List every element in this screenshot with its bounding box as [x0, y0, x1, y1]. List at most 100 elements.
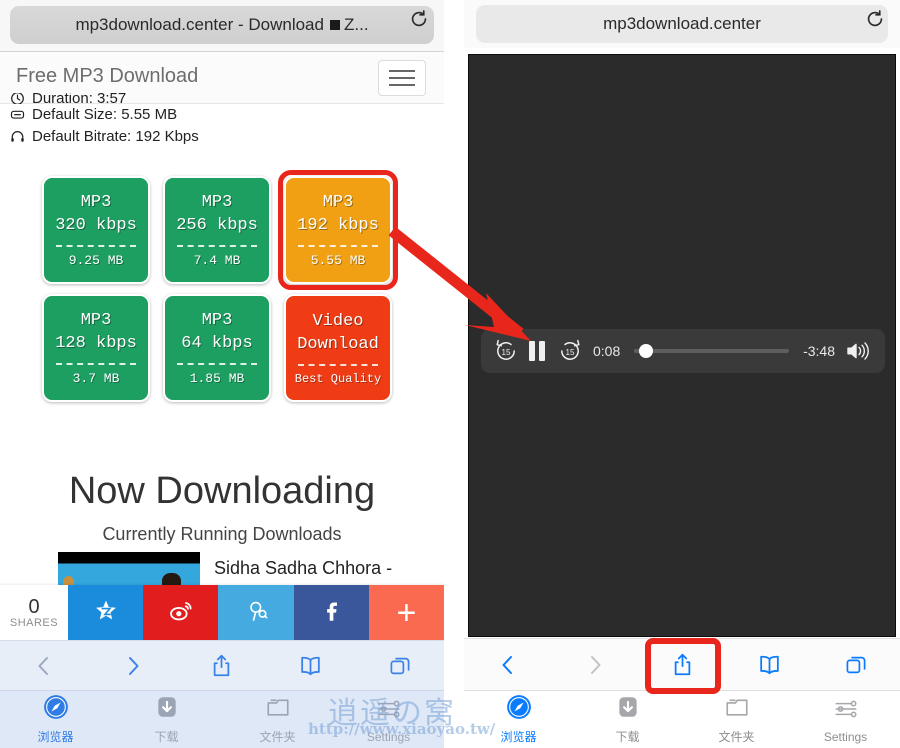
folder-icon — [265, 694, 291, 725]
left-url-field[interactable]: mp3download.center - Download Z... — [10, 6, 434, 44]
divider — [177, 363, 257, 365]
tab-settings-label: Settings — [823, 729, 868, 744]
right-screenshot-panel: mp3download.center 15 15 0:08 -3:48 浏览器 … — [464, 0, 900, 748]
elapsed-time: 0:08 — [593, 343, 621, 359]
remaining-time: -3:48 — [803, 343, 835, 359]
volume-high-icon[interactable] — [845, 340, 873, 362]
now-downloading-subtitle: Currently Running Downloads — [102, 524, 342, 544]
download-button-mp3-128[interactable]: MP3 128 kbps 3.7 MB — [42, 294, 150, 402]
share-button-qzone[interactable] — [68, 585, 144, 641]
download-button-slot: Video Download Best Quality — [278, 290, 399, 408]
back-chevron-icon[interactable] — [0, 641, 89, 690]
skip-forward-15-icon[interactable]: 15 — [557, 338, 583, 364]
left-url-text: mp3download.center - Download — [75, 15, 324, 34]
left-app-tabbar: 浏览器 下载 文件夹 Settings — [0, 690, 444, 748]
now-downloading-title: Now Downloading — [68, 470, 376, 512]
download-button-mp3-320[interactable]: MP3 320 kbps 9.25 MB — [42, 176, 150, 284]
format-label: MP3 — [201, 311, 233, 330]
divider — [298, 245, 378, 247]
download-button-slot: MP3 192 kbps 5.55 MB — [278, 170, 399, 290]
reload-icon[interactable] — [408, 8, 430, 30]
format-label: MP3 — [80, 311, 112, 330]
tab-settings[interactable]: Settings — [791, 696, 900, 744]
download-button-row-2: MP3 128 kbps 3.7 MB MP3 64 kbps 1.85 MB — [36, 290, 436, 408]
tabs-icon[interactable] — [355, 641, 444, 690]
meta-text-duration: Duration: 3:57 — [32, 93, 127, 104]
size-label: 1.85 MB — [189, 371, 245, 386]
tab-downloads[interactable]: 下载 — [573, 694, 682, 745]
right-safari-toolbar — [464, 638, 900, 690]
rate-label: 256 kbps — [176, 216, 258, 235]
divider — [298, 363, 378, 366]
tab-browser[interactable]: 浏览器 — [464, 694, 573, 745]
tab-folder[interactable]: 文件夹 — [682, 694, 791, 745]
tabs-icon[interactable] — [813, 639, 900, 690]
disk-icon — [10, 107, 26, 123]
tab-folder-label: 文件夹 — [259, 730, 296, 744]
social-share-bar: 0 SHARES + — [0, 585, 444, 641]
back-chevron-icon[interactable] — [464, 639, 551, 690]
rate-label: 64 kbps — [181, 334, 253, 353]
share-button-weibo[interactable] — [143, 585, 219, 641]
download-button-mp3-192[interactable]: MP3 192 kbps 5.55 MB — [284, 176, 392, 284]
hamburger-menu-icon[interactable] — [378, 60, 426, 96]
screenshot-stage: mp3download.center - Download Z... Free … — [0, 0, 900, 748]
forward-chevron-icon[interactable] — [551, 639, 638, 690]
download-button-mp3-64[interactable]: MP3 64 kbps 1.85 MB — [163, 294, 271, 402]
playback-progress-slider[interactable] — [634, 344, 790, 358]
share-button-facebook[interactable] — [293, 585, 369, 641]
weibo-icon — [168, 598, 194, 629]
tab-settings-label: Settings — [366, 729, 411, 744]
tab-settings[interactable]: Settings — [333, 696, 444, 744]
skip-back-15-icon[interactable]: 15 — [493, 338, 519, 364]
size-label: 9.25 MB — [68, 253, 124, 268]
left-screenshot-panel: mp3download.center - Download Z... Free … — [0, 0, 444, 748]
left-browser-urlbar-area: mp3download.center - Download Z... — [0, 0, 444, 52]
download-button-video[interactable]: Video Download Best Quality — [284, 294, 392, 402]
media-player-surface[interactable]: 15 15 0:08 -3:48 — [468, 54, 896, 637]
tab-browser[interactable]: 浏览器 — [0, 694, 111, 745]
sliders-icon — [833, 696, 859, 727]
right-app-tabbar: 浏览器 下载 文件夹 Settings — [464, 690, 900, 748]
divider — [56, 245, 136, 247]
left-safari-toolbar — [0, 640, 444, 690]
audio-player-controls: 15 15 0:08 -3:48 — [481, 329, 885, 373]
facebook-icon — [318, 598, 344, 629]
tab-browser-label: 浏览器 — [500, 730, 537, 744]
share-button-pinterest[interactable] — [218, 585, 294, 641]
forward-chevron-icon[interactable] — [89, 641, 178, 690]
format-label: MP3 — [201, 193, 233, 212]
tab-downloads-label: 下载 — [154, 730, 179, 744]
tab-downloads-label: 下载 — [615, 730, 640, 744]
svg-text:15: 15 — [566, 348, 575, 357]
divider — [56, 363, 136, 365]
bookmarks-icon[interactable] — [266, 641, 355, 690]
safari-compass-icon — [506, 694, 532, 725]
size-label: 5.55 MB — [310, 253, 366, 268]
left-url-suffix: Z... — [343, 15, 369, 34]
share-count-label: SHARES — [9, 617, 59, 629]
playback-knob[interactable] — [638, 344, 653, 358]
meta-row-duration: Duration: 3:57 — [10, 93, 440, 104]
tab-downloads[interactable]: 下载 — [111, 694, 222, 745]
clock-icon — [10, 93, 26, 104]
share-button-more[interactable]: + — [368, 585, 444, 641]
right-url-field[interactable]: mp3download.center — [476, 5, 888, 43]
pause-icon[interactable] — [529, 341, 547, 361]
safari-compass-icon — [43, 694, 69, 725]
meta-text-bitrate: Default Bitrate: 192 Kbps — [32, 128, 199, 145]
share-icon[interactable] — [178, 641, 267, 690]
share-count-number: 0 — [28, 596, 40, 618]
site-title: Free MP3 Download — [16, 65, 199, 87]
sliders-icon — [376, 696, 402, 727]
tab-folder[interactable]: 文件夹 — [222, 694, 333, 745]
folder-icon — [724, 694, 750, 725]
download-button-row-1: MP3 320 kbps 9.25 MB MP3 256 kbps 7.4 MB — [36, 170, 436, 290]
tab-browser-label: 浏览器 — [37, 730, 74, 744]
bookmarks-icon[interactable] — [726, 639, 813, 690]
reload-icon[interactable] — [864, 8, 886, 30]
svg-text:15: 15 — [502, 348, 511, 357]
headphones-icon — [10, 129, 26, 145]
download-button-mp3-256[interactable]: MP3 256 kbps 7.4 MB — [163, 176, 271, 284]
share-icon[interactable] — [638, 639, 725, 690]
